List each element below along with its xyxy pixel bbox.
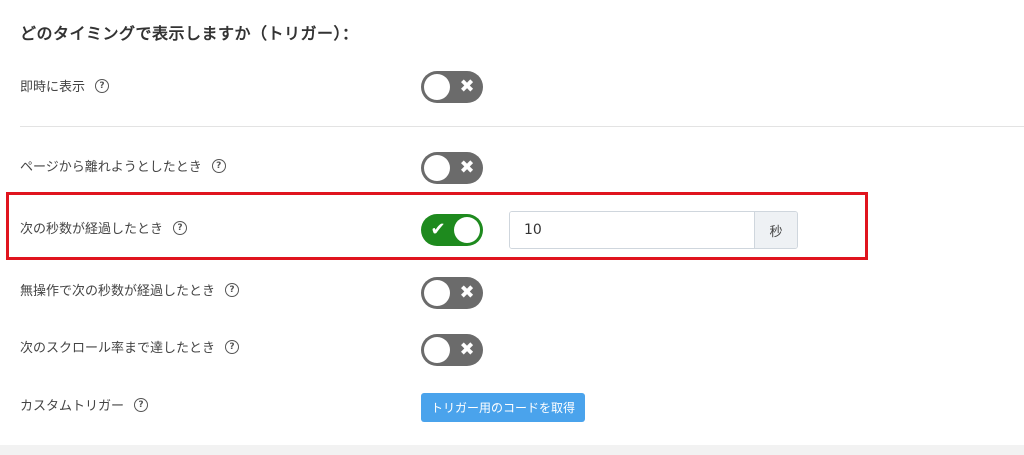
row-label-text: カスタムトリガー	[20, 399, 125, 414]
row-label-scroll-rate: 次のスクロール率まで達したとき ?	[20, 337, 240, 356]
row-label-exit-intent: ページから離れようとしたとき ?	[20, 156, 226, 175]
x-icon: ✖	[459, 282, 475, 303]
row-label-idle-seconds: 無操作で次の秒数が経過したとき ?	[20, 280, 240, 299]
footer-strip	[0, 445, 1024, 455]
row-label-seconds-elapsed: 次の秒数が経過したとき ?	[20, 218, 188, 237]
section-title: どのタイミングで表示しますか（トリガー）：	[20, 24, 359, 43]
toggle-scroll-rate[interactable]: ✖	[421, 334, 483, 366]
row-label-text: 次の秒数が経過したとき	[20, 222, 164, 237]
get-trigger-code-button[interactable]: トリガー用のコードを取得	[421, 393, 586, 422]
toggle-exit-intent[interactable]: ✖	[421, 152, 483, 184]
row-label-custom-trigger: カスタムトリガー ?	[20, 395, 149, 414]
help-icon[interactable]: ?	[134, 397, 149, 412]
toggle-seconds-elapsed[interactable]: ✔	[421, 214, 483, 246]
check-icon: ✔	[430, 219, 446, 240]
help-icon[interactable]: ?	[173, 220, 188, 235]
row-label-text: ページから離れようとしたとき	[20, 160, 202, 175]
help-icon[interactable]: ?	[95, 78, 110, 93]
toggle-knob	[424, 337, 450, 363]
x-icon: ✖	[459, 339, 475, 360]
row-label-text: 即時に表示	[20, 80, 86, 95]
row-label-text: 次のスクロール率まで達したとき	[20, 341, 216, 356]
help-icon[interactable]: ?	[211, 158, 226, 173]
toggle-knob	[424, 155, 450, 181]
seconds-input[interactable]	[510, 212, 754, 248]
row-label-immediate: 即時に表示 ?	[20, 76, 110, 95]
row-label-text: 無操作で次の秒数が経過したとき	[20, 284, 216, 299]
toggle-knob	[454, 217, 480, 243]
toggle-knob	[424, 280, 450, 306]
x-icon: ✖	[459, 76, 475, 97]
x-icon: ✖	[459, 157, 475, 178]
help-icon[interactable]: ?	[225, 282, 240, 297]
divider	[20, 126, 1024, 127]
toggle-idle-seconds[interactable]: ✖	[421, 277, 483, 309]
seconds-input-group: 秒	[509, 211, 798, 249]
help-icon[interactable]: ?	[225, 339, 240, 354]
toggle-knob	[424, 74, 450, 100]
seconds-unit-addon: 秒	[754, 212, 797, 248]
toggle-immediate[interactable]: ✖	[421, 71, 483, 103]
